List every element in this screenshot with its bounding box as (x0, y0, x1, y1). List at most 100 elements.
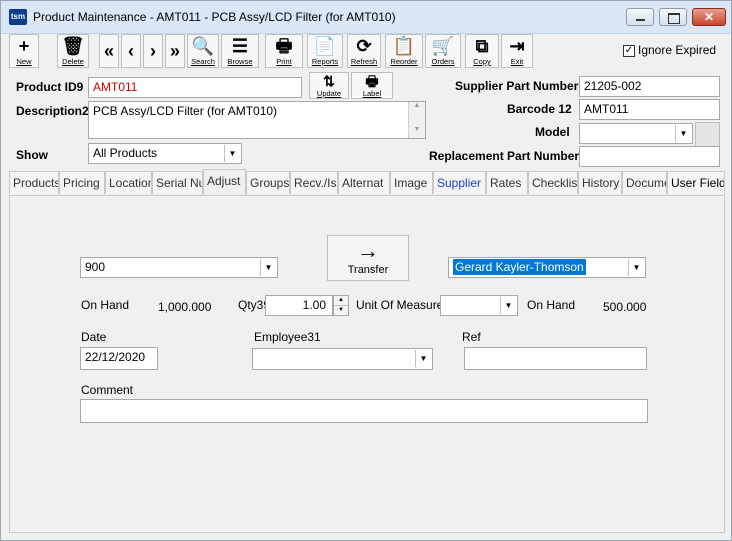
tab-serial-nu[interactable]: Serial Nu (152, 171, 203, 194)
employee-select[interactable]: ▼ (252, 348, 433, 370)
search-button[interactable]: 🔍 Search (187, 34, 219, 68)
exit-label: Exit (510, 57, 524, 66)
label-button[interactable]: 🖶 Label (351, 72, 393, 99)
app-icon: tsm (9, 9, 27, 25)
spin-down-icon[interactable]: ▼ (334, 306, 348, 315)
chevron-down-icon: ▼ (500, 297, 516, 314)
model-lookup-button[interactable] (695, 122, 720, 147)
on-hand-label: On Hand (81, 298, 130, 312)
tab-adjust[interactable]: Adjust (203, 169, 246, 196)
maximize-button[interactable] (659, 8, 687, 26)
print-icon: 🖶 (275, 36, 293, 56)
print-label: Print (276, 57, 292, 66)
copy-button[interactable]: ⧉ Copy (465, 34, 499, 68)
tab-history[interactable]: History (578, 171, 622, 194)
first-button[interactable]: « (99, 34, 119, 68)
ref-label: Ref (462, 330, 481, 344)
supplier-part-field[interactable]: 21205-002 (579, 76, 720, 97)
uom-label: Unit Of Measure (356, 298, 444, 312)
tab-recv-iss[interactable]: Recv./Iss (290, 171, 338, 194)
to-person-select[interactable]: Gerard Kayler-Thomson ▼ (448, 257, 646, 278)
barcode-label: Barcode 12 (507, 102, 572, 116)
refresh-button[interactable]: ⟳ Refresh (347, 34, 381, 68)
new-button[interactable]: + New (9, 34, 39, 68)
on-hand-value: 1,000.000 (158, 300, 212, 314)
delete-label: Delete (62, 57, 84, 66)
search-label: Search (191, 57, 215, 66)
update-icon: ⇅ (323, 73, 335, 89)
tab-checklist[interactable]: Checklist (528, 171, 578, 194)
description-label: Description25 (16, 104, 96, 118)
browse-label: Browse (227, 57, 253, 66)
ignore-expired-label: Ignore Expired (638, 43, 717, 57)
reports-button[interactable]: 📄 Reports (307, 34, 343, 68)
first-icon: « (103, 41, 114, 61)
arrow-right-icon: → (357, 238, 379, 263)
browse-button[interactable]: ☰ Browse (221, 34, 259, 68)
on-hand2-label: On Hand (527, 298, 576, 312)
new-icon: + (18, 36, 30, 56)
tab-products[interactable]: Products (9, 171, 59, 194)
orders-button[interactable]: 🛒 Orders (425, 34, 461, 68)
date-field[interactable]: 22/12/2020 (80, 347, 158, 370)
reports-icon: 📄 (313, 36, 337, 56)
product-id-field[interactable]: AMT011 (88, 77, 302, 98)
product-maintenance-window: tsm Product Maintenance - AMT011 - PCB A… (0, 0, 732, 541)
chevron-down-icon: ▼ (224, 145, 240, 162)
tab-user-fields[interactable]: User Fields (667, 171, 725, 194)
title-bar: tsm Product Maintenance - AMT011 - PCB A… (1, 1, 731, 34)
toolbar: + New 🗑 Delete «‹ ›» 🔍 Search ☰ Browse 🖶 Print 📄 Repo… (9, 34, 539, 68)
chevron-down-icon: ▼ (415, 350, 431, 367)
chevron-down-icon: ▼ (260, 259, 276, 276)
supplier-part-label: Supplier Part Number (455, 79, 579, 93)
tab-image[interactable]: Image (390, 171, 433, 194)
orders-label: Orders (431, 57, 455, 66)
model-select[interactable]: ▼ (579, 123, 693, 144)
comment-label: Comment (81, 383, 134, 397)
print-button[interactable]: 🖶 Print (265, 34, 303, 68)
ref-field[interactable] (464, 347, 647, 370)
description-text: PCB Assy/LCD Filter (for AMT010) (93, 104, 278, 118)
tab-rates[interactable]: Rates (486, 171, 528, 194)
orders-icon: 🛒 (431, 36, 455, 56)
comment-field[interactable] (80, 399, 648, 423)
browse-icon: ☰ (231, 36, 249, 56)
tab-groups[interactable]: Groups (246, 171, 290, 194)
product-id-label: Product ID9 (16, 80, 84, 94)
tab-alternat[interactable]: Alternat (338, 171, 390, 194)
exit-button[interactable]: ⇥ Exit (501, 34, 533, 68)
transfer-button[interactable]: → Transfer (327, 235, 409, 281)
update-button[interactable]: ⇅ Update (309, 72, 349, 99)
from-location-select[interactable]: 900 ▼ (80, 257, 278, 278)
employee-label: Employee31 (254, 330, 321, 344)
next-button[interactable]: › (143, 34, 163, 68)
close-button[interactable]: ✕ (692, 8, 726, 26)
scroll-down-icon[interactable]: ▼ (409, 126, 425, 138)
close-icon: ✕ (703, 10, 715, 24)
tab-docume[interactable]: Docume (622, 171, 667, 194)
minimize-button[interactable] (626, 8, 654, 26)
tab-supplier[interactable]: Supplier (433, 171, 486, 194)
prev-icon: ‹ (128, 41, 134, 61)
reports-label: Reports (311, 57, 339, 66)
qty-field[interactable]: 1.00 (265, 295, 333, 316)
replacement-part-label: Replacement Part Number (429, 149, 580, 163)
tab-location[interactable]: Location (105, 171, 152, 194)
prev-button[interactable]: ‹ (121, 34, 141, 68)
description-field[interactable]: PCB Assy/LCD Filter (for AMT010) ▲ ▼ (88, 101, 426, 139)
scroll-up-icon[interactable]: ▲ (409, 102, 425, 114)
replacement-part-field[interactable] (579, 146, 720, 167)
delete-button[interactable]: 🗑 Delete (57, 34, 89, 68)
show-select[interactable]: All Products ▼ (88, 143, 242, 164)
reorder-button[interactable]: 📋 Reorder (385, 34, 423, 68)
ignore-expired-checkbox[interactable]: ✓ (623, 45, 635, 57)
description-scrollbar[interactable]: ▲ ▼ (408, 102, 425, 138)
label-print-icon: 🖶 (365, 73, 379, 89)
last-button[interactable]: » (165, 34, 185, 68)
reorder-label: Reorder (390, 57, 418, 66)
spin-up-icon[interactable]: ▲ (334, 296, 348, 306)
uom-select[interactable]: ▼ (440, 295, 518, 316)
tab-pricing[interactable]: Pricing (59, 171, 105, 194)
qty-spinner[interactable]: ▲ ▼ (333, 295, 349, 316)
barcode-field[interactable]: AMT011 (579, 99, 720, 120)
